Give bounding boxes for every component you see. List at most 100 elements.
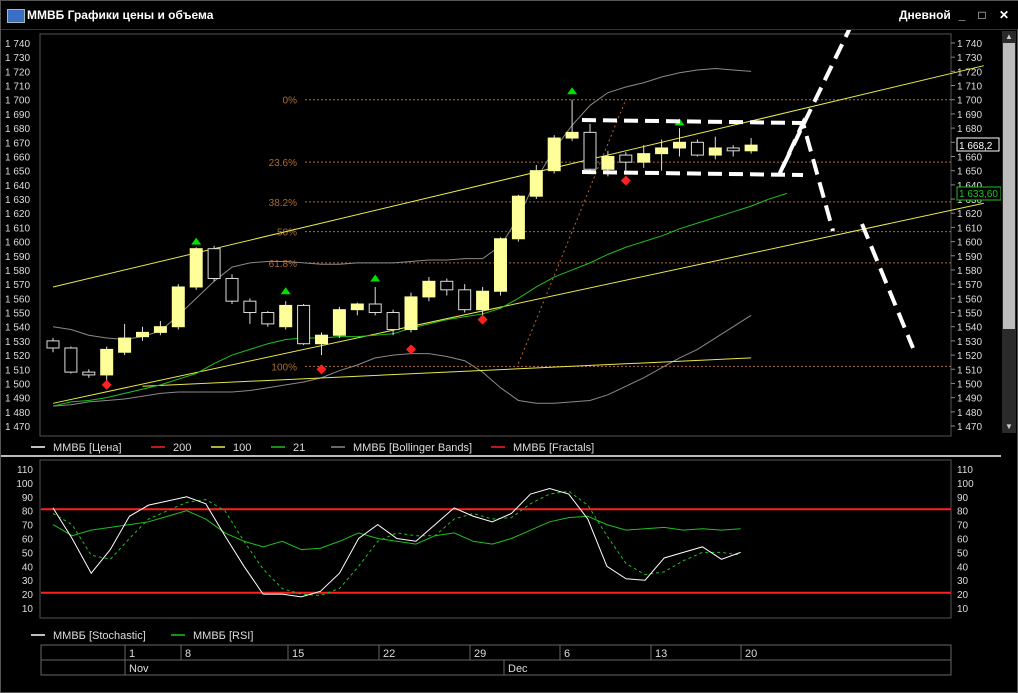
chart-app-icon — [7, 9, 25, 23]
price-tick-left: 1 530 — [5, 337, 30, 348]
price-tick-left: 1 510 — [5, 365, 30, 376]
scroll-down-arrow[interactable]: ▼ — [1002, 421, 1016, 433]
candle-body — [476, 290, 490, 311]
date-day-label: 6 — [564, 648, 570, 660]
price-tick-right: 1 690 — [957, 110, 982, 121]
fractal-down-marker — [316, 364, 327, 375]
candle-body — [404, 296, 418, 331]
price-tick-right: 1 540 — [957, 323, 982, 334]
price-tick-left: 1 620 — [5, 209, 30, 220]
price-tick-right: 1 470 — [957, 422, 982, 433]
osc-tick-left: 40 — [22, 562, 34, 573]
osc-tick-right: 20 — [957, 590, 969, 601]
candle-body — [619, 154, 633, 163]
price-tick-left: 1 470 — [5, 422, 30, 433]
date-month-label: Nov — [129, 663, 149, 675]
osc-tick-right: 110 — [957, 465, 973, 476]
osc-tick-right: 40 — [957, 562, 969, 573]
candle-body — [368, 303, 382, 314]
price-tick-left: 1 640 — [5, 181, 30, 192]
candle-body — [118, 337, 132, 353]
candle-body — [386, 312, 400, 331]
price-tick-left: 1 720 — [5, 67, 30, 78]
osc-tick-right: 80 — [957, 507, 969, 518]
price-tick-left: 1 680 — [5, 124, 30, 135]
rsi-line — [52, 510, 741, 551]
price-tick-left: 1 590 — [5, 252, 30, 263]
candle-body — [708, 147, 722, 156]
close-button[interactable]: ✕ — [997, 8, 1011, 22]
price-tick-left: 1 550 — [5, 309, 30, 320]
price-tick-left: 1 740 — [5, 39, 30, 50]
fractal-down-marker — [620, 175, 631, 186]
date-day-label: 29 — [474, 648, 486, 660]
candle-body — [655, 147, 669, 155]
candle-body — [136, 331, 149, 338]
candle-body — [565, 131, 579, 139]
period-selector[interactable]: Дневной — [899, 8, 951, 22]
annotation-breakdown-arrow — [777, 30, 852, 232]
price-tick-right: 1 580 — [957, 266, 982, 277]
last-price-tag: 1 668,2 — [956, 137, 1000, 152]
candle-body — [673, 141, 686, 149]
price-legend-label: ММВБ [Fractals] — [513, 442, 594, 454]
date-day-label: 1 — [129, 648, 135, 660]
candle-body — [100, 348, 114, 376]
oscillator-panel-frame — [39, 459, 952, 619]
price-tick-right: 1 520 — [957, 351, 982, 362]
chart-window: ММВБ Графики цены и объема Дневной _ □ ✕… — [0, 0, 1018, 693]
osc-legend-label: ММВБ [Stochastic] — [53, 630, 146, 642]
price-tick-right: 1 620 — [957, 209, 982, 220]
scroll-thumb[interactable] — [1003, 43, 1015, 329]
maximize-button[interactable]: □ — [975, 8, 989, 22]
candle-body — [279, 304, 293, 328]
price-tick-right: 1 650 — [957, 167, 982, 178]
fractal-up-marker — [567, 87, 578, 95]
vertical-scrollbar[interactable]: ▲ ▼ — [1002, 31, 1016, 433]
scroll-up-arrow[interactable]: ▲ — [1002, 31, 1016, 43]
annotation-target-line — [860, 223, 915, 349]
minimize-button[interactable]: _ — [955, 8, 969, 22]
candle-body — [458, 289, 472, 311]
price-tick-right: 1 610 — [957, 223, 982, 234]
candle-body — [511, 195, 525, 240]
candle-body — [225, 277, 239, 302]
osc-tick-left: 80 — [22, 507, 34, 518]
price-tick-left: 1 650 — [5, 167, 30, 178]
candle-body — [583, 131, 597, 170]
price-tick-left: 1 690 — [5, 110, 30, 121]
date-day-label: 8 — [185, 648, 191, 660]
last-price-label: 1 668,2 — [959, 141, 993, 152]
candle-body — [315, 334, 328, 345]
price-tick-left: 1 660 — [5, 152, 30, 163]
fractal-up-marker — [191, 237, 202, 245]
annotation-pattern-bottom — [581, 170, 804, 177]
fib-level-label: 38.2% — [269, 198, 297, 209]
osc-tick-left: 30 — [22, 576, 34, 587]
fractal-down-marker — [101, 379, 112, 390]
price-tick-left: 1 580 — [5, 266, 30, 277]
title-bar[interactable]: ММВБ Графики цены и объема Дневной _ □ ✕ — [1, 1, 1018, 30]
price-legend-label: 200 — [173, 442, 191, 454]
window-title: ММВБ Графики цены и объема — [27, 8, 214, 22]
osc-tick-left: 70 — [22, 521, 34, 532]
price-tick-left: 1 730 — [5, 53, 30, 64]
candle-body — [422, 280, 436, 298]
candle-body — [601, 155, 615, 170]
osc-tick-left: 10 — [22, 604, 34, 615]
candle-body — [332, 309, 346, 336]
price-tick-left: 1 480 — [5, 408, 30, 419]
price-tick-right: 1 510 — [957, 365, 982, 376]
candle-body — [690, 141, 704, 156]
date-month-label: Dec — [508, 663, 528, 675]
candle-body — [350, 303, 364, 311]
price-tick-left: 1 600 — [5, 238, 30, 249]
candle-body — [440, 280, 454, 291]
price-and-oscillator-chart[interactable]: 1 740 1 7401 730 1 7301 720 1 7201 710 1 710… — [1, 30, 1001, 693]
osc-tick-right: 90 — [957, 493, 969, 504]
price-tick-left: 1 570 — [5, 280, 30, 291]
price-tick-right: 1 500 — [957, 379, 982, 390]
fib-level-label: 61.8% — [269, 259, 297, 270]
stochastic-line — [52, 487, 741, 598]
osc-tick-right: 100 — [957, 479, 974, 490]
